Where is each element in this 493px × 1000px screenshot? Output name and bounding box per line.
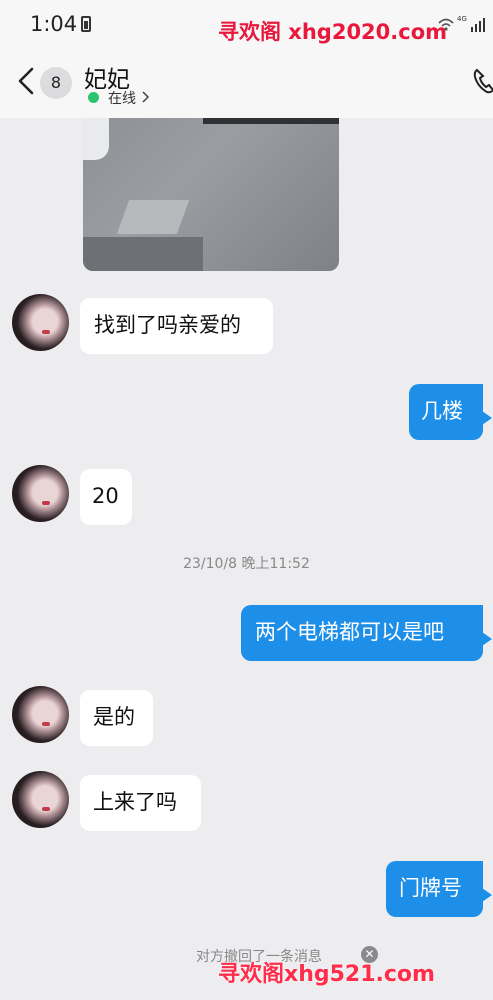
watermark-top: 寻欢阁 xhg2020.com bbox=[218, 20, 448, 44]
back-arrow-icon[interactable] bbox=[16, 66, 36, 96]
watermark-bottom: 寻欢阁xhg521.com bbox=[218, 962, 435, 987]
photo-tile-detail bbox=[116, 200, 190, 234]
contact-avatar[interactable] bbox=[12, 686, 69, 743]
battery-icon bbox=[81, 16, 91, 32]
contact-avatar[interactable] bbox=[12, 465, 69, 522]
incoming-message[interactable]: 上来了吗 bbox=[80, 775, 201, 831]
outgoing-message[interactable]: 门牌号 bbox=[386, 861, 492, 917]
online-status-dot bbox=[88, 92, 99, 103]
photo-ground-detail bbox=[83, 237, 203, 271]
signal-icon: 4G bbox=[438, 15, 485, 32]
status-bar: 1:04 寻欢阁 xhg2020.com 4G bbox=[0, 0, 493, 50]
photo-car-detail bbox=[83, 118, 109, 160]
outgoing-message[interactable]: 两个电梯都可以是吧 bbox=[241, 605, 492, 661]
incoming-message[interactable]: 是的 bbox=[80, 690, 153, 746]
incoming-message[interactable]: 20 bbox=[80, 469, 132, 525]
chat-header: 8 妃妃 在线 bbox=[0, 50, 493, 118]
contact-avatar[interactable] bbox=[12, 771, 69, 828]
chevron-right-icon[interactable] bbox=[141, 91, 151, 103]
incoming-message[interactable]: 找到了吗亲爱的 bbox=[80, 298, 273, 354]
network-label: 4G bbox=[457, 15, 467, 23]
phone-call-icon[interactable] bbox=[471, 66, 493, 96]
status-time: 1:04 bbox=[30, 12, 78, 36]
unread-count-badge[interactable]: 8 bbox=[40, 67, 72, 99]
photo-wall-detail bbox=[203, 118, 339, 124]
message-timestamp: 23/10/8 晚上11:52 bbox=[183, 556, 310, 572]
online-status-text[interactable]: 在线 bbox=[108, 88, 136, 108]
image-message[interactable] bbox=[83, 118, 339, 271]
contact-avatar[interactable] bbox=[12, 294, 69, 351]
outgoing-message[interactable]: 几楼 bbox=[409, 384, 492, 440]
